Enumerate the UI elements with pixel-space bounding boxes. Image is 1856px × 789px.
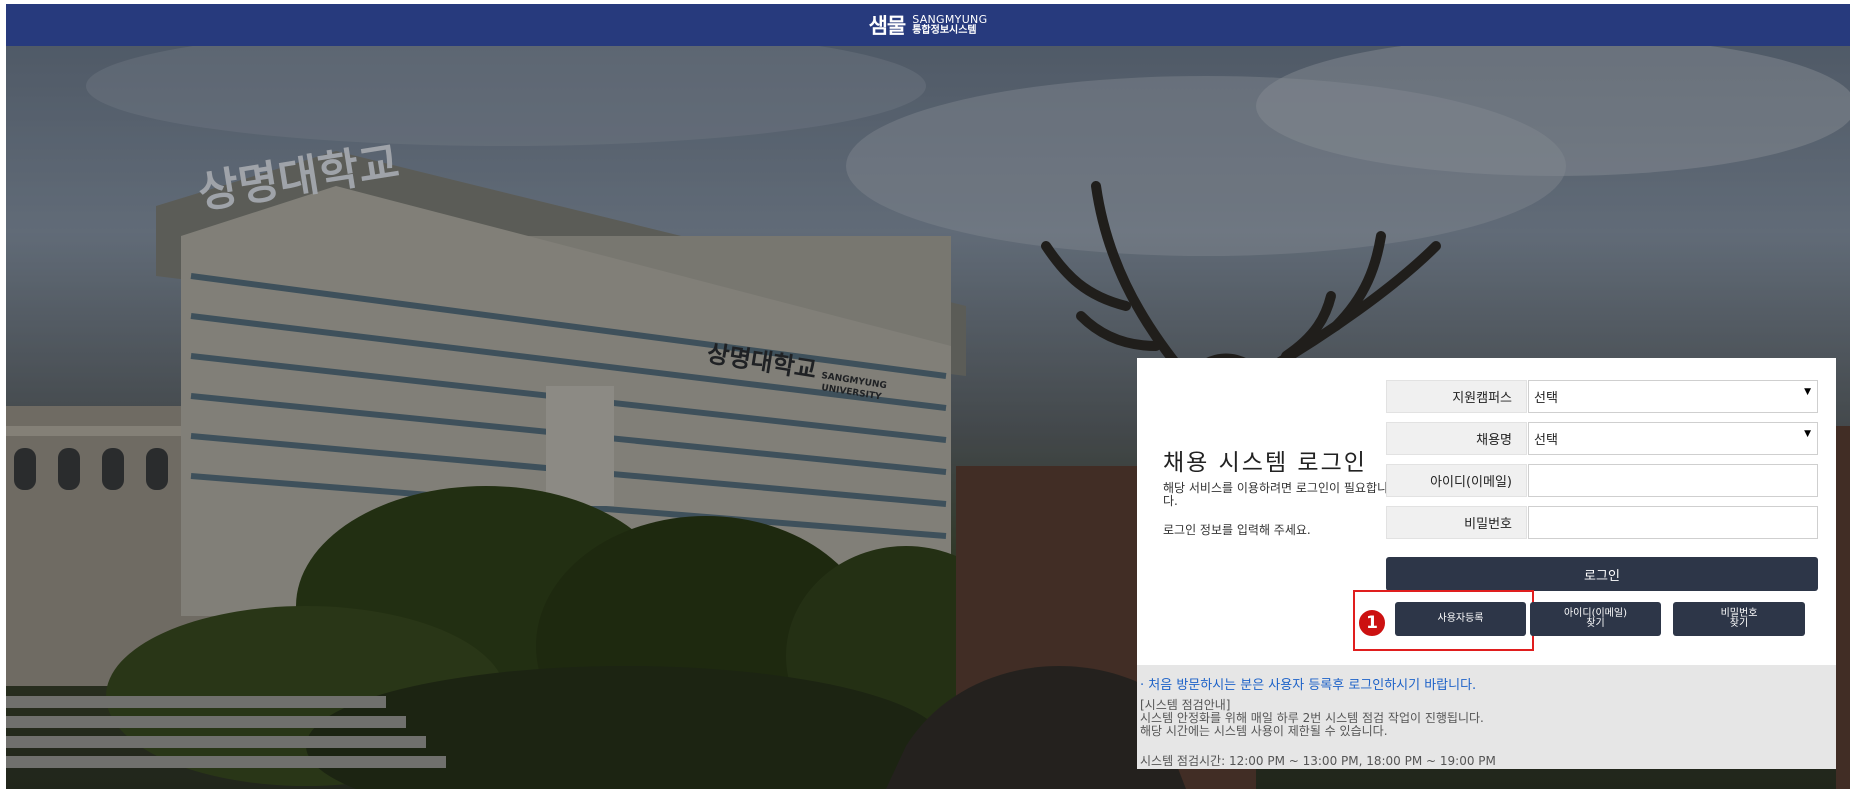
maintenance-line-2: 해당 시간에는 시스템 사용이 제한될 수 있습니다. bbox=[1140, 724, 1388, 738]
login-form-area: 채용 시스템 로그인 해당 서비스를 이용하려면 로그인이 필요합니다. 로그인… bbox=[1137, 358, 1836, 665]
recruitment-select[interactable]: 선택 ▼ bbox=[1528, 422, 1818, 455]
annotation-number-badge: 1 bbox=[1357, 608, 1387, 638]
first-visit-notice: · 처음 방문하시는 분은 사용자 등록후 로그인하시기 바랍니다. bbox=[1140, 678, 1477, 693]
login-instruction: 로그인 정보를 입력해 주세요. bbox=[1163, 523, 1311, 537]
campus-label: 지원캠퍼스 bbox=[1386, 380, 1527, 413]
sangmyung-logo[interactable]: 샘물 SANGMYUNG 통합정보시스템 bbox=[869, 10, 988, 40]
register-user-button[interactable]: 사용자등록 bbox=[1395, 602, 1526, 636]
recruitment-label: 채용명 bbox=[1386, 422, 1527, 455]
id-email-input-wrap bbox=[1528, 464, 1818, 497]
maintenance-info: [시스템 점검안내] 시스템 안정화를 위해 매일 하루 2번 시스템 점검 작… bbox=[1140, 699, 1833, 738]
password-input-wrap bbox=[1528, 506, 1818, 539]
logo-korean: 통합정보시스템 bbox=[912, 25, 977, 36]
logo-english: SANGMYUNG bbox=[912, 13, 988, 26]
campus-select-value: 선택 bbox=[1534, 391, 1558, 406]
campus-select[interactable]: 선택 ▼ bbox=[1528, 380, 1818, 413]
login-button[interactable]: 로그인 bbox=[1386, 557, 1818, 591]
login-title: 채용 시스템 로그인 bbox=[1163, 450, 1367, 476]
login-description: 해당 서비스를 이용하려면 로그인이 필요합니다. bbox=[1163, 481, 1389, 508]
maintenance-schedule: 시스템 점검시간: 12:00 PM ~ 13:00 PM, 18:00 PM … bbox=[1140, 754, 1496, 768]
recruitment-field-row: 채용명 선택 ▼ bbox=[1386, 422, 1818, 455]
recruitment-select-value: 선택 bbox=[1534, 433, 1558, 448]
id-field-row: 아이디(이메일) bbox=[1386, 464, 1818, 497]
page-frame: 샘물 SANGMYUNG 통합정보시스템 상명대학교 상명대학교 SANGMYU… bbox=[6, 4, 1850, 789]
find-id-button-line2: 찾기 bbox=[1586, 618, 1605, 629]
password-label: 비밀번호 bbox=[1386, 506, 1527, 539]
password-field-row: 비밀번호 bbox=[1386, 506, 1818, 539]
caret-down-icon: ▼ bbox=[1804, 387, 1811, 397]
caret-down-icon: ▼ bbox=[1804, 429, 1811, 439]
find-id-button[interactable]: 아이디(이메일) 찾기 bbox=[1530, 602, 1661, 636]
campus-field-row: 지원캠퍼스 선택 ▼ bbox=[1386, 380, 1818, 413]
password-input[interactable] bbox=[1534, 507, 1817, 538]
find-password-button-line2: 찾기 bbox=[1729, 618, 1749, 629]
logo-mark: 샘물 bbox=[868, 14, 907, 38]
find-password-button[interactable]: 비밀번호 찾기 bbox=[1673, 602, 1805, 636]
top-header-bar: 샘물 SANGMYUNG 통합정보시스템 bbox=[6, 4, 1850, 46]
notice-area: · 처음 방문하시는 분은 사용자 등록후 로그인하시기 바랍니다. [시스템 … bbox=[1137, 665, 1836, 769]
login-panel: 채용 시스템 로그인 해당 서비스를 이용하려면 로그인이 필요합니다. 로그인… bbox=[1137, 358, 1836, 769]
logo-text: SANGMYUNG 통합정보시스템 bbox=[912, 14, 987, 36]
id-email-input[interactable] bbox=[1534, 465, 1817, 496]
id-label: 아이디(이메일) bbox=[1386, 464, 1527, 497]
